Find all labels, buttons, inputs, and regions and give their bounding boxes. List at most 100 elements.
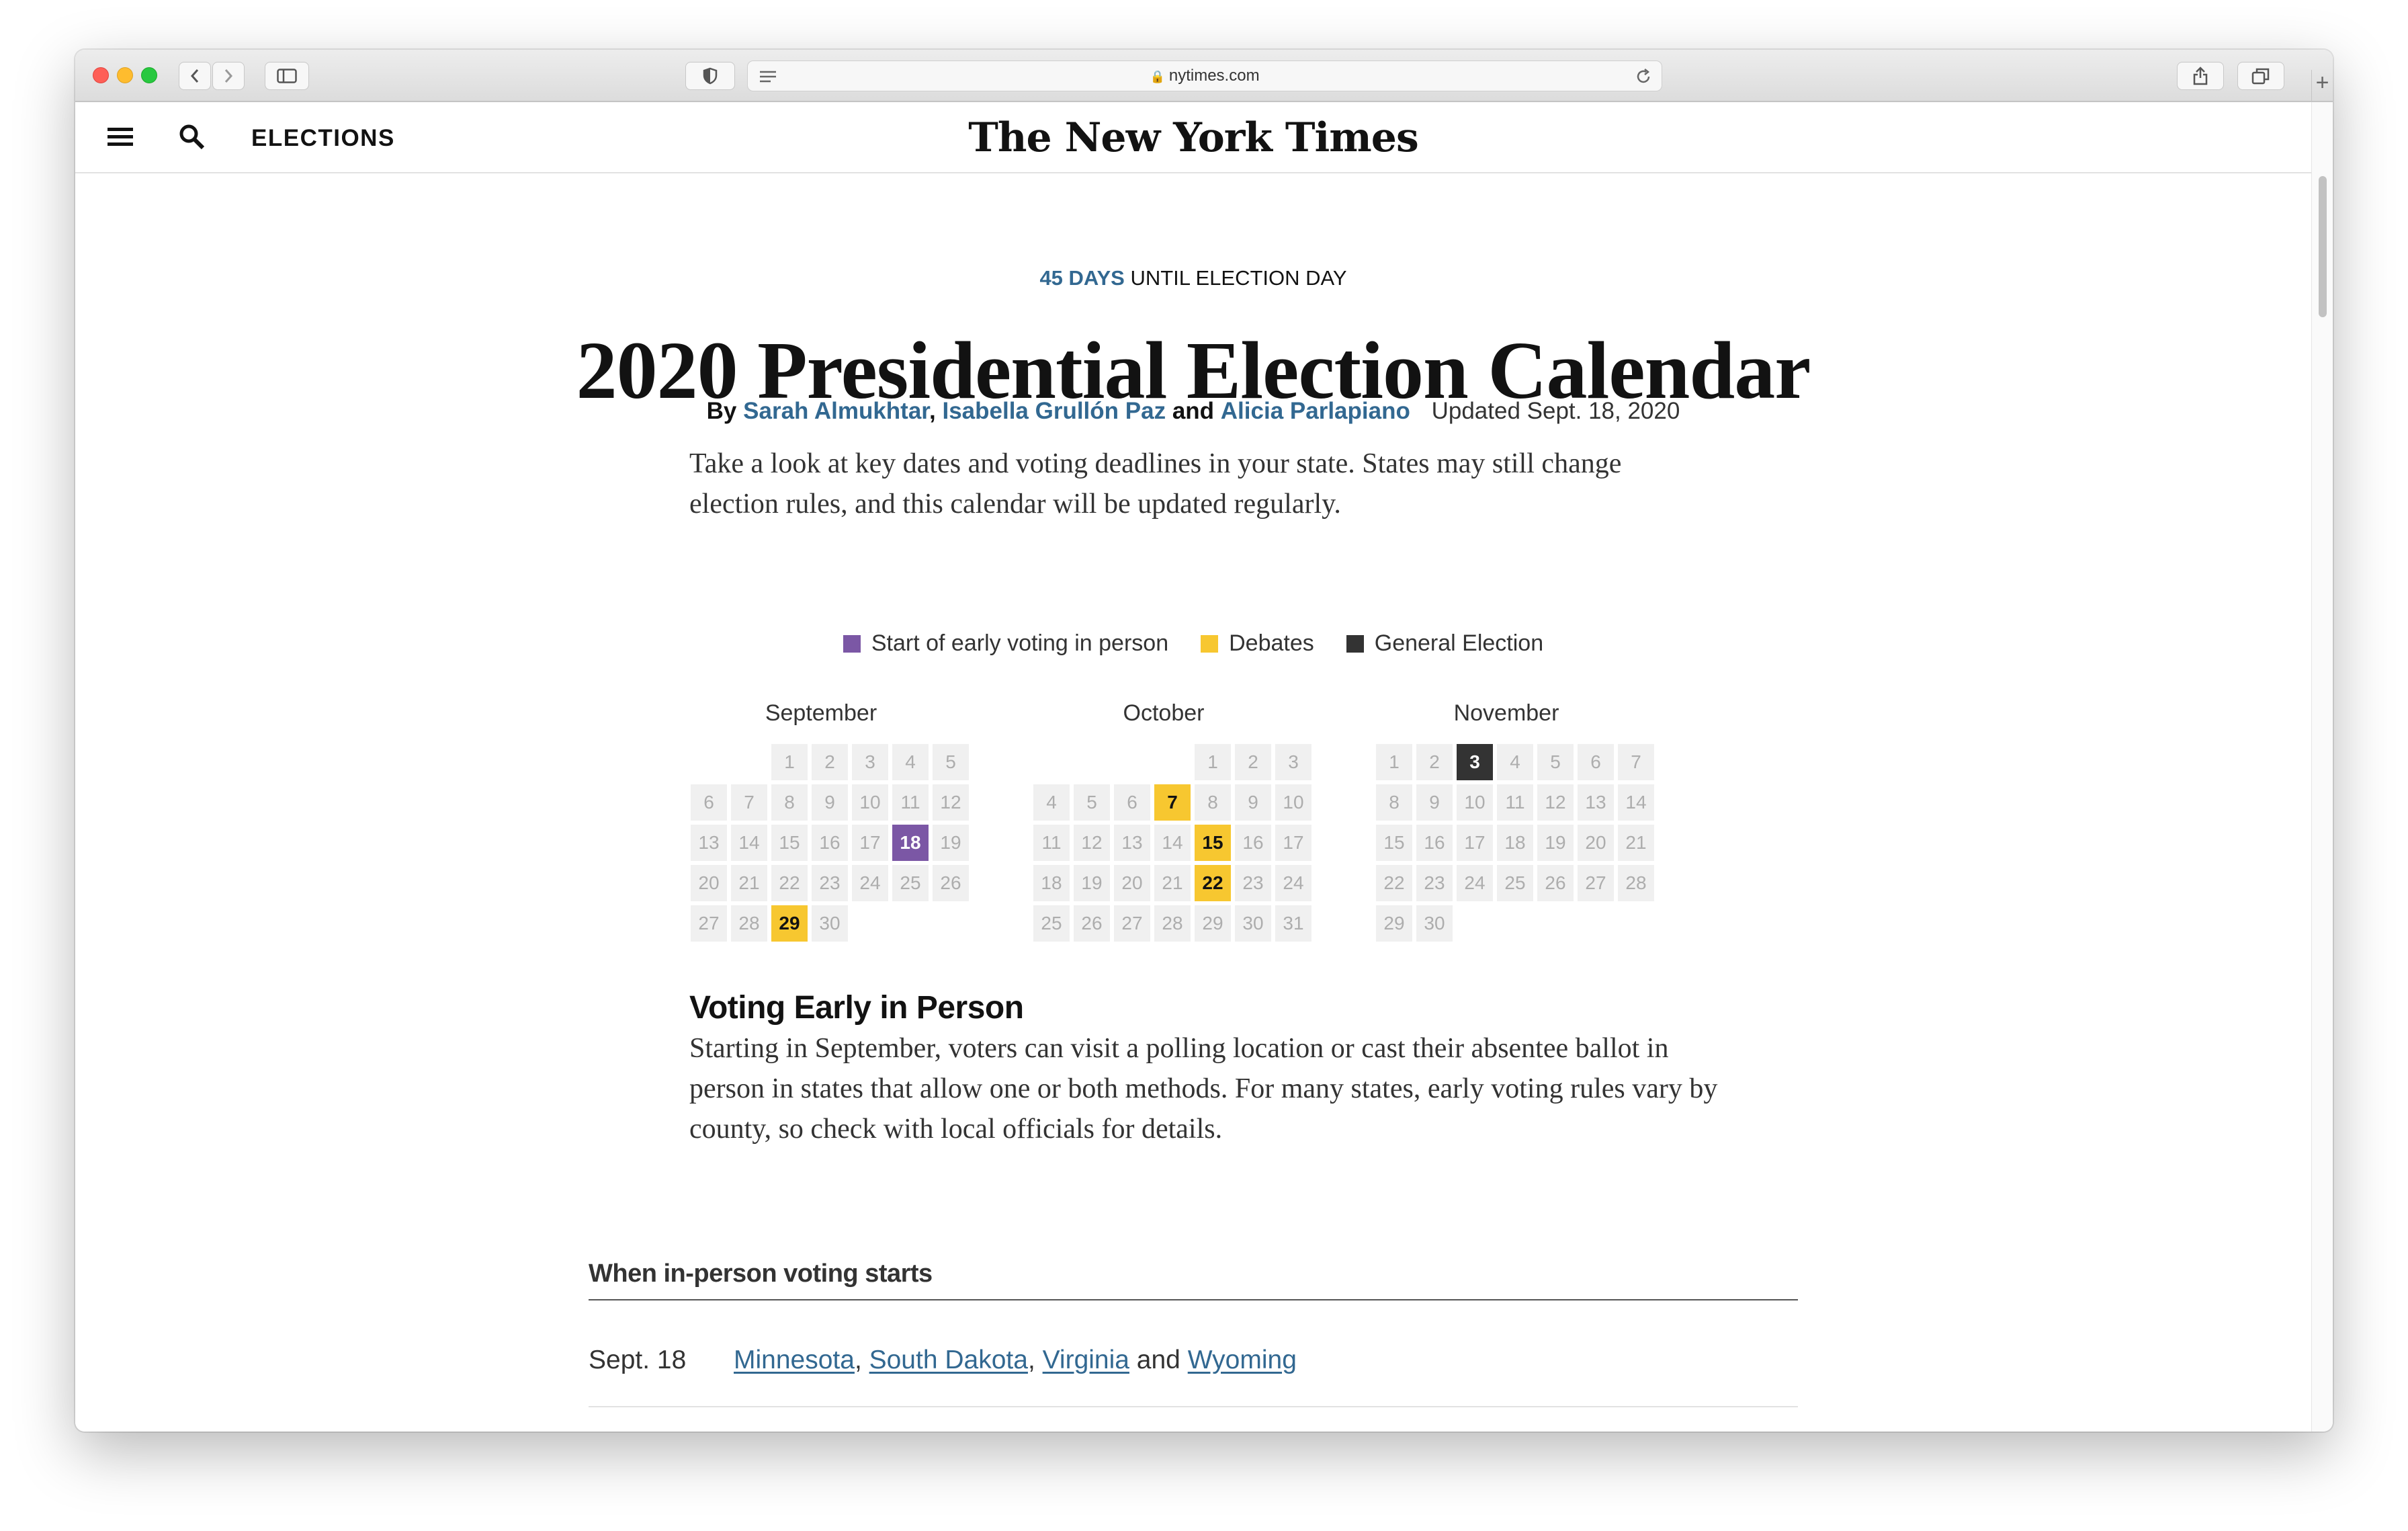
calendar-day: 30	[812, 905, 848, 942]
url-label: nytimes.com	[1168, 67, 1260, 85]
state-link[interactable]: Wyoming	[1188, 1346, 1297, 1374]
state-link[interactable]: Minnesota	[734, 1346, 855, 1374]
calendar-day: 28	[731, 905, 767, 942]
calendar-day: 9	[812, 784, 848, 821]
legend-label: Debates	[1229, 630, 1314, 656]
calendar-day-debate: 15	[1195, 825, 1231, 861]
calendar-day: 22	[1376, 865, 1412, 901]
calendar-day: 26	[1537, 865, 1574, 901]
calendar-day: 24	[1275, 865, 1312, 901]
calendar-day: 11	[1033, 825, 1070, 861]
calendar-day: 13	[1114, 825, 1150, 861]
calendar-day: 23	[1416, 865, 1453, 901]
calendar-day: 10	[852, 784, 888, 821]
author-link[interactable]: Isabella Grullón Paz	[942, 398, 1166, 424]
calendar-day: 29	[1376, 905, 1412, 942]
zoom-window-button[interactable]	[141, 67, 157, 83]
calendar-day: 2	[812, 744, 848, 780]
minimize-window-button[interactable]	[117, 67, 133, 83]
calendar-day: 16	[1235, 825, 1271, 861]
byline-and: and	[1172, 398, 1215, 424]
calendar-day: 5	[1537, 744, 1574, 780]
sidebar-toggle-button[interactable]	[265, 62, 309, 90]
calendar-day: 19	[933, 825, 969, 861]
calendar-day: 28	[1154, 905, 1191, 942]
month-grid: 1 2 3 4 5 6 7 8 9 10 11 12 13 14 15 16 17 18 19 20 21 22 23 24 2…	[1033, 744, 1312, 942]
calendar-day: 20	[1114, 865, 1150, 901]
calendar-day: 21	[1618, 825, 1654, 861]
privacy-report-button[interactable]	[685, 62, 735, 90]
election-countdown: 45 DAYS UNTIL ELECTION DAY	[75, 266, 2311, 290]
legend-label: Start of early voting in person	[871, 630, 1169, 656]
calendar-day: 4	[892, 744, 929, 780]
tabs-icon	[2251, 68, 2270, 85]
calendar-day: 15	[1376, 825, 1412, 861]
calendar-day: 22	[771, 865, 808, 901]
reload-icon[interactable]	[1635, 68, 1652, 85]
calendar-day: 29	[1195, 905, 1231, 942]
calendar-day: 13	[1578, 784, 1614, 821]
calendar-day: 10	[1457, 784, 1493, 821]
calendar-day: 6	[691, 784, 727, 821]
table-row: Sept. 18 Minnesota, South Dakota, Virgini…	[589, 1320, 1798, 1407]
calendar-day: 23	[812, 865, 848, 901]
countdown-days: 45 DAYS	[1039, 266, 1125, 290]
calendar-blank	[691, 744, 727, 780]
new-tab-button[interactable]: +	[2311, 70, 2333, 102]
calendar-day: 5	[933, 744, 969, 780]
calendar-day: 31	[1275, 905, 1312, 942]
scrollbar-thumb[interactable]	[2319, 176, 2327, 317]
calendar-blank	[1154, 744, 1191, 780]
calendar-day: 7	[1618, 744, 1654, 780]
author-link[interactable]: Alicia Parlapiano	[1221, 398, 1410, 424]
calendar-day: 21	[1154, 865, 1191, 901]
row-states: Minnesota, South Dakota, Virginia and Wy…	[734, 1346, 1297, 1374]
lock-icon: 🔒	[1150, 70, 1165, 83]
forward-button[interactable]	[212, 62, 245, 90]
byline-separator: ,	[929, 398, 936, 424]
legend-item: Start of early voting in person	[843, 630, 1168, 657]
calendar-day: 9	[1235, 784, 1271, 821]
share-button[interactable]	[2177, 62, 2224, 90]
calendar-day: 12	[1074, 825, 1110, 861]
calendar-day: 17	[1275, 825, 1312, 861]
calendar-day: 28	[1618, 865, 1654, 901]
calendar-day: 2	[1416, 744, 1453, 780]
calendar-day: 8	[771, 784, 808, 821]
tab-overview-button[interactable]	[2237, 62, 2284, 90]
byline-prefix: By	[706, 398, 737, 424]
url-text: 🔒 nytimes.com	[748, 67, 1662, 85]
month-title: September	[765, 700, 877, 726]
calendar-blank	[1114, 744, 1150, 780]
author-link[interactable]: Sarah Almukhtar	[743, 398, 929, 424]
share-icon	[2193, 67, 2208, 85]
calendar-day: 6	[1114, 784, 1150, 821]
calendar-legend: Start of early voting in person Debates Ge…	[75, 630, 2311, 657]
calendar-month-september: September 1 2 3 4 5 6 7 8 9 10 11 12 13 14 15 16 17 18 19 20…	[680, 700, 969, 942]
calendar-blank	[1074, 744, 1110, 780]
state-link[interactable]: Virginia	[1043, 1346, 1129, 1374]
plus-icon: +	[2315, 70, 2329, 95]
back-button[interactable]	[179, 62, 211, 90]
address-bar[interactable]: 🔒 nytimes.com	[747, 60, 1662, 91]
calendar-day: 2	[1235, 744, 1271, 780]
nyt-logo[interactable]: The New York Times	[75, 114, 2311, 161]
calendar-day: 7	[731, 784, 767, 821]
calendar-blank	[1033, 744, 1070, 780]
calendar-day: 8	[1376, 784, 1412, 821]
calendar-day: 23	[1235, 865, 1271, 901]
section-heading: Voting Early in Person	[689, 990, 1024, 1026]
vertical-scrollbar[interactable]	[2311, 102, 2333, 1432]
calendar-day-general: 3	[1457, 744, 1493, 780]
calendar-day: 18	[1497, 825, 1533, 861]
close-window-button[interactable]	[93, 67, 109, 83]
site-header: ELECTIONS The New York Times	[75, 102, 2311, 173]
calendar-day: 20	[1578, 825, 1614, 861]
web-page: ELECTIONS The New York Times 45 DAYS UNT…	[75, 102, 2311, 1432]
row-date: Sept. 18	[589, 1346, 687, 1374]
calendar-day: 4	[1033, 784, 1070, 821]
calendar-day: 1	[1376, 744, 1412, 780]
calendar-day: 9	[1416, 784, 1453, 821]
state-link[interactable]: South Dakota	[869, 1346, 1028, 1374]
calendar-day: 15	[771, 825, 808, 861]
